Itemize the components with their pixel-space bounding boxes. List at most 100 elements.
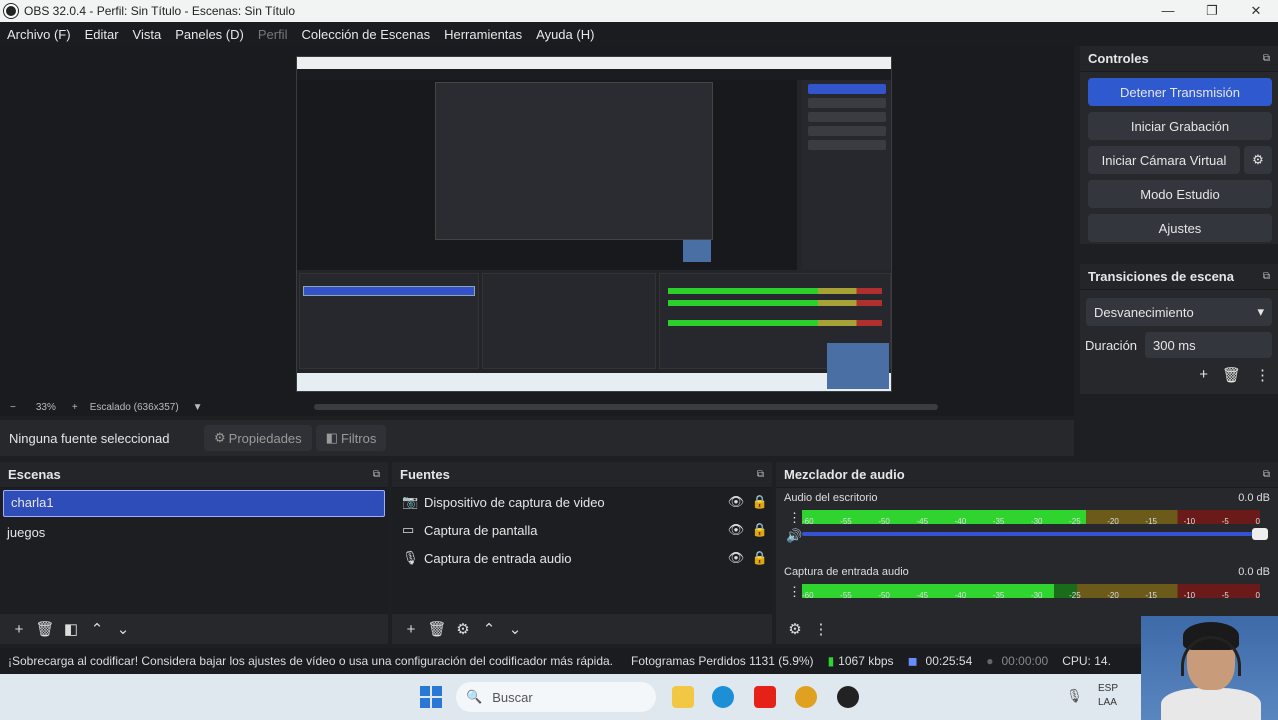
menu-ayuda[interactable]: Ayuda (H) bbox=[529, 27, 601, 42]
stop-stream-button[interactable]: Detener Transmisión bbox=[1088, 78, 1272, 106]
taskbar-search[interactable]: 🔍 Buscar bbox=[456, 682, 656, 712]
zoom-in-button[interactable]: + bbox=[72, 402, 78, 413]
popout-icon[interactable]: ⧉ bbox=[373, 469, 380, 480]
virtual-camera-settings-icon[interactable]: ⚙ bbox=[1244, 146, 1272, 174]
window-title: OBS 32.0.4 - Perfil: Sin Título - Escena… bbox=[24, 4, 296, 18]
visibility-eye-icon[interactable]: 👁 bbox=[724, 522, 748, 538]
filters-label: Filtros bbox=[340, 430, 377, 446]
channel-menu-icon[interactable]: ⋮ bbox=[788, 584, 801, 600]
source-item[interactable]: ▭ Captura de pantalla 👁 🔒 bbox=[392, 516, 772, 544]
delete-source-icon[interactable]: 🗑 bbox=[424, 620, 450, 638]
volume-meter: -60 -55 -50 -45 -40 -35 -30 -25 -20 -15 -10 -5 0 bbox=[802, 510, 1260, 526]
transition-select[interactable]: Desvanecimiento ▾ bbox=[1086, 298, 1272, 326]
duration-label: Duración bbox=[1085, 337, 1138, 353]
mixer-settings-icon[interactable]: ⚙ bbox=[782, 620, 808, 638]
preview-canvas[interactable] bbox=[0, 46, 1074, 398]
source-name: Captura de pantalla bbox=[424, 522, 538, 538]
delete-transition-icon[interactable]: 🗑 bbox=[1222, 366, 1241, 384]
preview-scrollbar[interactable] bbox=[314, 404, 938, 410]
filters-button[interactable]: ◧ Filtros bbox=[315, 425, 387, 451]
scaling-label: Escalado (636x357) bbox=[89, 401, 179, 413]
meter-tick-label: -45 bbox=[916, 591, 929, 600]
settings-button[interactable]: Ajustes bbox=[1088, 214, 1272, 242]
add-scene-icon[interactable]: + bbox=[6, 621, 32, 638]
popout-icon[interactable]: ⧉ bbox=[1263, 271, 1270, 282]
properties-button[interactable]: ⚙ Propiedades bbox=[204, 425, 312, 451]
add-transition-icon[interactable]: + bbox=[1199, 366, 1208, 384]
obs-taskbar-icon[interactable] bbox=[837, 686, 859, 708]
meter-tick-label: -10 bbox=[1183, 517, 1196, 526]
lang-code: ESP bbox=[1098, 683, 1119, 694]
delete-scene-icon[interactable]: 🗑 bbox=[32, 620, 58, 638]
file-explorer-icon[interactable] bbox=[672, 686, 694, 708]
record-icon: ● bbox=[986, 654, 994, 668]
youtube-icon[interactable] bbox=[754, 686, 776, 708]
meter-tick-label: -55 bbox=[840, 591, 852, 600]
move-up-icon[interactable]: ⌃ bbox=[476, 620, 502, 638]
lock-icon[interactable]: 🔒 bbox=[748, 494, 772, 510]
meter-tick-label: 0 bbox=[1255, 591, 1260, 600]
minimize-button[interactable]: — bbox=[1146, 0, 1190, 22]
move-down-icon[interactable]: ⌄ bbox=[502, 620, 528, 638]
menu-vista[interactable]: Vista bbox=[126, 27, 169, 42]
edge-icon[interactable] bbox=[712, 686, 734, 708]
studio-mode-button[interactable]: Modo Estudio bbox=[1088, 180, 1272, 208]
meter-tick-label: -40 bbox=[954, 591, 967, 600]
scaling-dropdown-icon[interactable]: ▼ bbox=[193, 402, 203, 413]
source-item[interactable]: 🎙 Captura de entrada audio 👁 🔒 bbox=[392, 544, 772, 572]
speaker-icon[interactable]: 🔊 bbox=[786, 528, 802, 544]
popout-icon[interactable]: ⧉ bbox=[1263, 469, 1270, 480]
menu-perfil[interactable]: Perfil bbox=[251, 27, 295, 42]
scene-filters-icon[interactable]: ◧ bbox=[58, 620, 84, 638]
menu-herramientas[interactable]: Herramientas bbox=[437, 27, 529, 42]
scene-item[interactable]: charla1 bbox=[3, 490, 385, 517]
source-properties-icon[interactable]: ⚙ bbox=[450, 620, 476, 638]
start-recording-button[interactable]: Iniciar Grabación bbox=[1088, 112, 1272, 140]
meter-tick-label: -35 bbox=[992, 517, 1005, 526]
meter-tick-label: -10 bbox=[1183, 591, 1196, 600]
close-button[interactable]: ✕ bbox=[1234, 0, 1278, 22]
properties-label: Propiedades bbox=[228, 430, 302, 446]
menu-archivo[interactable]: Archivo (F) bbox=[0, 27, 78, 42]
lock-icon[interactable]: 🔒 bbox=[748, 522, 772, 538]
volume-slider[interactable] bbox=[802, 528, 1268, 540]
source-item[interactable]: 📷 Dispositivo de captura de video 👁 🔒 bbox=[392, 488, 772, 516]
mixer-menu-icon[interactable]: ⋮ bbox=[808, 620, 834, 638]
scenes-dock: Escenas ⧉ charla1 juegos + 🗑 ◧ ⌃ ⌄ bbox=[0, 462, 388, 644]
meter-tick-label: -20 bbox=[1107, 517, 1119, 526]
microphone-tray-icon[interactable]: 🎙 bbox=[1066, 688, 1083, 704]
windows-start-icon[interactable] bbox=[420, 686, 442, 708]
channel-db: 0.0 dB bbox=[1238, 492, 1270, 504]
meter-tick-label: -15 bbox=[1145, 591, 1157, 600]
menu-coleccion[interactable]: Colección de Escenas bbox=[294, 27, 437, 42]
channel-name: Captura de entrada audio bbox=[784, 566, 909, 578]
more-options-icon[interactable]: ⋮ bbox=[1255, 366, 1270, 384]
menu-editar[interactable]: Editar bbox=[78, 27, 126, 42]
transitions-dock: Transiciones de escena ⧉ Desvanecimiento ▾… bbox=[1080, 264, 1278, 394]
meter-tick-label: 0 bbox=[1255, 517, 1260, 526]
channel-db: 0.0 dB bbox=[1238, 566, 1270, 578]
language-indicator[interactable]: ESP LAA bbox=[1098, 682, 1118, 710]
duration-input[interactable]: 300 ms bbox=[1145, 332, 1272, 358]
slider-knob[interactable] bbox=[1252, 528, 1268, 540]
move-down-icon[interactable]: ⌄ bbox=[110, 620, 136, 638]
visibility-eye-icon[interactable]: 👁 bbox=[724, 550, 748, 566]
maximize-button[interactable]: ❐ bbox=[1190, 0, 1234, 22]
chrome-icon[interactable] bbox=[795, 686, 817, 708]
channel-name: Audio del escritorio bbox=[784, 492, 878, 504]
menu-paneles[interactable]: Paneles (D) bbox=[168, 27, 251, 42]
add-source-icon[interactable]: + bbox=[398, 621, 424, 638]
start-virtual-camera-button[interactable]: Iniciar Cámara Virtual bbox=[1088, 146, 1240, 174]
stream-time: 00:25:54 bbox=[925, 654, 973, 668]
move-up-icon[interactable]: ⌃ bbox=[84, 620, 110, 638]
volume-meter: -60 -55 -50 -45 -40 -35 -30 -25 -20 -15 -10 -5 0 bbox=[802, 584, 1260, 600]
popout-icon[interactable]: ⧉ bbox=[1263, 53, 1270, 64]
zoom-out-button[interactable]: − bbox=[10, 402, 16, 413]
record-time: 00:00:00 bbox=[1001, 654, 1049, 668]
windows-taskbar: 🔍 Buscar 🎙 ESP LAA bbox=[0, 674, 1278, 720]
channel-menu-icon[interactable]: ⋮ bbox=[788, 510, 801, 526]
visibility-eye-icon[interactable]: 👁 bbox=[724, 494, 748, 510]
popout-icon[interactable]: ⧉ bbox=[757, 469, 764, 480]
scene-item[interactable]: juegos bbox=[0, 519, 388, 546]
lock-icon[interactable]: 🔒 bbox=[748, 550, 772, 566]
